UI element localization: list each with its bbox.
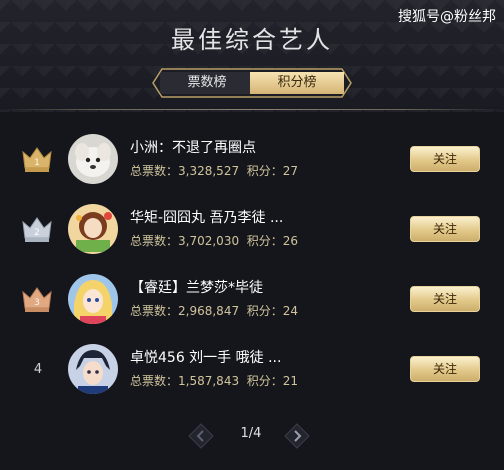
follow-button[interactable]: 关注 — [410, 356, 480, 382]
votes-value: 3,702,030 — [178, 234, 240, 248]
bronze-crown-icon: 3 — [22, 287, 52, 312]
rank-number: 2 — [34, 228, 40, 238]
artist-stats: 总票数：2,968,847 积分：24 — [130, 302, 298, 319]
list-item: 3 【睿廷】兰梦莎*毕徒 总票数：2,968,847 积分：24 关注 — [0, 266, 504, 336]
follow-button[interactable]: 关注 — [410, 286, 480, 312]
tab-points[interactable]: 积分榜 — [250, 72, 344, 94]
avatar[interactable] — [68, 204, 118, 254]
votes-value: 1,587,843 — [178, 374, 240, 388]
rank-number: 4 — [33, 362, 43, 377]
artist-name[interactable]: 华矩-囧囧丸 吾乃李徒 ... — [130, 207, 283, 227]
votes-label: 总票数： — [130, 374, 179, 388]
artist-name[interactable]: 【睿廷】兰梦莎*毕徒 — [130, 277, 263, 297]
pagination: 1/4 — [188, 420, 314, 450]
avatar[interactable] — [68, 134, 118, 184]
artist-name[interactable]: 小洲：不退了再圈点 — [130, 137, 256, 157]
page-indicator: 1/4 — [240, 426, 262, 441]
votes-value: 2,968,847 — [178, 304, 240, 318]
points-value: 26 — [282, 234, 299, 248]
follow-button[interactable]: 关注 — [410, 146, 480, 172]
avatar[interactable] — [68, 344, 118, 394]
rank-number: 3 — [34, 298, 40, 308]
points-value: 24 — [282, 304, 299, 318]
silver-crown-icon: 2 — [22, 217, 52, 242]
list-item: 4 卓悦456 刘一手 哦徒 ... 总票数：1,587,843 积分：21 关… — [0, 336, 504, 406]
header-divider — [0, 109, 504, 110]
next-page-icon[interactable] — [284, 423, 310, 449]
list-item: 2 华矩-囧囧丸 吾乃李徒 ... 总票数：3,702,030 积分：26 关注 — [0, 196, 504, 266]
list-item: 1 小洲：不退了再圈点 总票数：3,328,527 积分：27 关注 — [0, 126, 504, 196]
points-value: 21 — [282, 374, 299, 388]
artist-stats: 总票数：3,702,030 积分：26 — [130, 232, 298, 249]
votes-label: 总票数： — [130, 164, 179, 178]
watermark: 搜狐号@粉丝邦 — [398, 9, 496, 25]
artist-name[interactable]: 卓悦456 刘一手 哦徒 ... — [130, 347, 281, 367]
follow-button[interactable]: 关注 — [410, 216, 480, 242]
gold-crown-icon: 1 — [22, 147, 52, 172]
ranking-tabs: 票数榜 积分榜 — [152, 68, 352, 98]
rank-number: 1 — [34, 158, 40, 168]
points-value: 27 — [282, 164, 299, 178]
tab-votes[interactable]: 票数榜 — [160, 72, 254, 94]
votes-value: 3,328,527 — [178, 164, 240, 178]
artist-stats: 总票数：1,587,843 积分：21 — [130, 372, 298, 389]
prev-page-icon[interactable] — [188, 423, 214, 449]
points-label: 积分： — [246, 164, 283, 178]
votes-label: 总票数： — [130, 234, 179, 248]
votes-label: 总票数： — [130, 304, 179, 318]
avatar[interactable] — [68, 274, 118, 324]
points-label: 积分： — [246, 234, 283, 248]
points-label: 积分： — [246, 304, 283, 318]
artist-stats: 总票数：3,328,527 积分：27 — [130, 162, 298, 179]
points-label: 积分： — [246, 374, 283, 388]
